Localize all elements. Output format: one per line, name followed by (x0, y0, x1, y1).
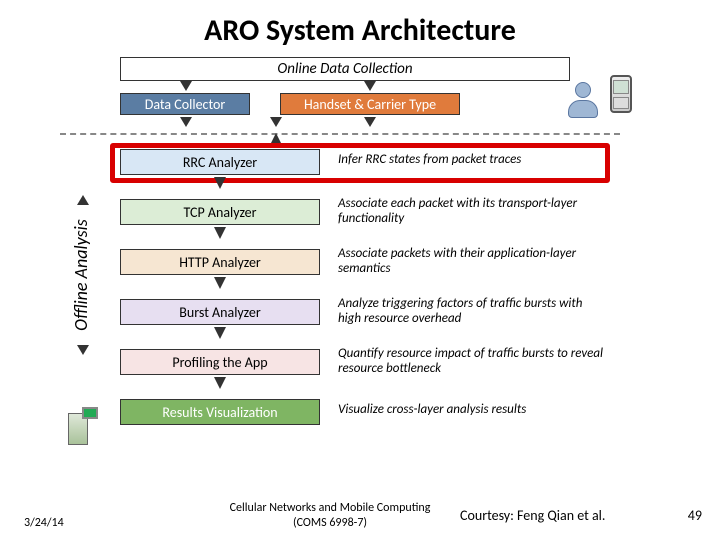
arrow-down-icon (214, 377, 226, 389)
stage-desc: Associate packets with their application… (338, 247, 608, 277)
page-title: ARO System Architecture (0, 0, 720, 57)
architecture-diagram: Online Data Collection Data Collector Ha… (80, 57, 690, 477)
user-icon (566, 82, 600, 120)
arrow-down-icon (214, 177, 226, 189)
server-icon (68, 407, 98, 447)
offline-analysis-label: Offline Analysis (70, 175, 92, 375)
footer-date: 3/24/14 (24, 516, 64, 530)
arrow-up-icon (270, 133, 282, 145)
stage-desc: Visualize cross-layer analysis results (338, 403, 608, 418)
stage-desc: Infer RRC states from packet traces (338, 153, 608, 168)
stage-tcp-analyzer: TCP Analyzer (120, 199, 320, 225)
data-collector-box: Data Collector (120, 93, 250, 115)
footer-course: Cellular Networks and Mobile Computing (… (210, 501, 450, 530)
stage-rrc-analyzer: RRC Analyzer (120, 149, 320, 175)
stage-http-analyzer: HTTP Analyzer (120, 249, 320, 275)
stage-results-visualization: Results Visualization (120, 399, 320, 425)
arrow-down-icon (214, 327, 226, 339)
arrow-down-icon (364, 81, 376, 91)
online-data-collection-header: Online Data Collection (120, 57, 570, 81)
stage-desc: Quantify resource impact of traffic burs… (338, 347, 608, 377)
page-number: 49 (688, 507, 702, 524)
arrow-down-icon (214, 227, 226, 239)
stage-desc: Associate each packet with its transport… (338, 197, 608, 227)
stage-profiling-the-app: Profiling the App (120, 349, 320, 375)
phone-icon (610, 75, 632, 113)
arrow-down-icon (180, 117, 192, 127)
arrow-down-icon (364, 117, 376, 127)
footer-courtesy: Courtesy: Feng Qian et al. (460, 507, 605, 524)
online-offline-divider (60, 133, 620, 135)
handset-carrier-box: Handset & Carrier Type (280, 93, 460, 115)
arrow-down-icon (180, 81, 192, 91)
stage-desc: Analyze triggering factors of traffic bu… (338, 297, 608, 327)
stage-burst-analyzer: Burst Analyzer (120, 299, 320, 325)
arrow-down-icon (214, 277, 226, 289)
arrow-down-icon (270, 117, 282, 127)
